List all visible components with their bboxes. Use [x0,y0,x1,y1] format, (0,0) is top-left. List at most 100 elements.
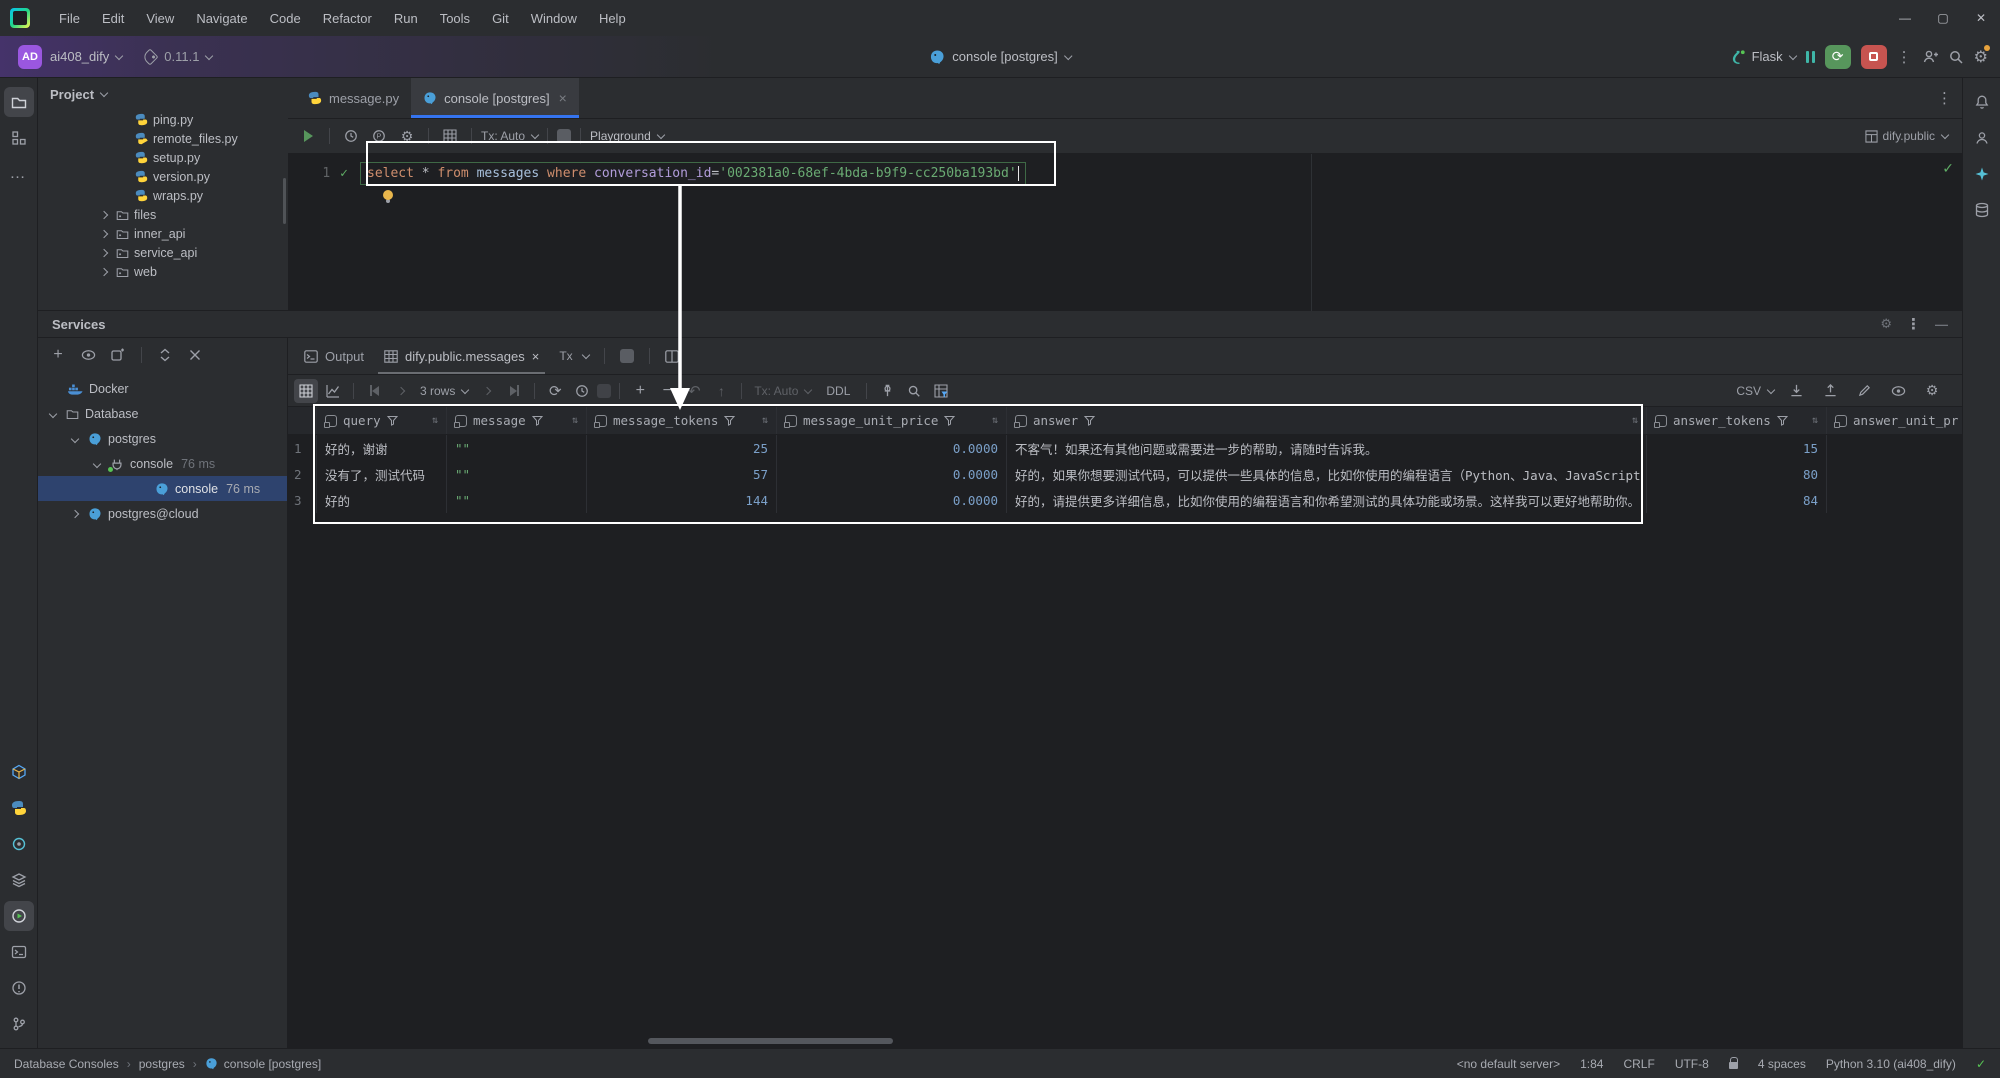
cell-message-tokens[interactable]: 57 [587,461,777,487]
file-remote-files[interactable]: remote_files.py [38,129,288,148]
lock-icon[interactable] [1728,1057,1739,1069]
menu-navigate[interactable]: Navigate [185,5,258,31]
history-clock-icon[interactable] [339,124,363,148]
view-eye-icon[interactable] [1886,379,1910,403]
column-header-message-unit-price[interactable]: message_unit_price ⇅ [777,407,1007,434]
cell-query[interactable]: 没有了，测试代码 [317,461,447,487]
import-upload-icon[interactable] [1818,379,1842,403]
profiler-pause-icon[interactable] [1805,50,1815,63]
auto-refresh-clock-icon[interactable] [570,379,594,403]
menu-run[interactable]: Run [383,5,429,31]
menu-file[interactable]: File [48,5,91,31]
tab-output[interactable]: Output [294,338,374,374]
layers-stack-icon[interactable] [4,865,34,895]
cell-message[interactable]: "" [447,487,587,513]
service-postgres-cloud[interactable]: postgres@cloud [38,501,287,526]
indent-widget[interactable]: 4 spaces [1758,1057,1806,1071]
tab-message-py[interactable]: message.py [296,78,411,118]
find-in-grid-icon[interactable] [902,379,926,403]
folder-inner-api[interactable]: inner_api [38,224,288,243]
terminal-tool-icon[interactable] [4,937,34,967]
inspection-ok-icon[interactable]: ✓ [1942,160,1954,177]
project-tool-icon[interactable] [3,87,34,117]
add-service-icon[interactable]: + [46,343,70,367]
table-grid-icon[interactable] [438,124,462,148]
tab-options-kebab-icon[interactable]: ⋮ [1937,89,1952,107]
tab-console-postgres[interactable]: console [postgres] × [411,78,579,118]
encoding-widget[interactable]: UTF-8 [1675,1057,1709,1071]
cell-message[interactable]: "" [447,461,587,487]
delete-row-icon[interactable]: − [655,379,679,403]
intention-bulb-icon[interactable] [383,190,393,200]
tab-result-grid[interactable]: dify.public.messages × [374,338,549,374]
grid-settings-gear-icon[interactable]: ⚙ [1920,379,1944,403]
interpreter-widget[interactable]: Python 3.10 (ai408_dify) [1826,1057,1956,1071]
export-format-selector[interactable]: CSV [1736,384,1776,398]
corner-cell[interactable] [288,407,317,434]
settings-gear-icon[interactable]: ⚙ [1974,44,1990,67]
caret-position-widget[interactable]: 1:84 [1580,1057,1603,1071]
expand-all-icon[interactable] [153,343,177,367]
stop-button[interactable] [1860,44,1887,69]
notifications-bell-icon[interactable] [1967,87,1997,117]
playground-selector[interactable]: Playground [590,129,665,143]
python-console-icon[interactable] [4,793,34,823]
database-tool-icon[interactable] [1967,195,1997,225]
explain-plan-icon[interactable]: P [367,124,391,148]
column-header-message[interactable]: message ⇅ [447,407,587,434]
next-page-icon[interactable] [475,379,499,403]
service-console-result[interactable]: console 76 ms [38,476,287,501]
menu-view[interactable]: View [135,5,185,31]
column-header-answer-tokens[interactable]: answer_tokens ⇅ [1647,407,1827,434]
run-config-selector[interactable]: Flask [1732,49,1797,64]
breadcrumb-database-consoles[interactable]: Database Consoles [14,1057,119,1071]
column-header-answer-unit-price[interactable]: answer_unit_pr [1827,407,1962,434]
folder-files[interactable]: files [38,205,288,224]
cell-message-unit-price[interactable]: 0.0000 [777,461,1007,487]
problems-tool-icon[interactable] [4,973,34,1003]
swatch-square-icon[interactable] [610,338,644,374]
sql-statement[interactable]: select * from messages where conversatio… [360,161,1027,185]
window-minimize-button[interactable]: — [1886,0,1924,36]
cell-message[interactable]: "" [447,435,587,461]
cell-answer-tokens[interactable]: 15 [1647,435,1827,461]
grid-row-1[interactable]: 1 好的，谢谢 "" 25 0.0000 不客气！如果还有其他问题或需要进一步的… [288,435,1962,461]
vcs-branch-widget[interactable]: 0.11.1 [128,42,218,72]
more-tool-windows-icon[interactable]: … [4,159,34,189]
hide-tool-window-icon[interactable]: — [1935,317,1948,332]
chart-view-icon[interactable] [321,379,345,403]
window-maximize-button[interactable]: ▢ [1924,0,1962,36]
cell-answer-unit-price[interactable] [1827,461,1962,487]
split-layout-icon[interactable] [655,338,689,374]
service-postgres[interactable]: postgres [38,426,287,451]
filter-funnel-icon[interactable] [724,415,736,426]
editor-content[interactable]: 1 ✓ select * from messages where convers… [288,154,1962,311]
cell-query[interactable]: 好的 [317,487,447,513]
connection-ok-icon[interactable]: ✓ [1976,1057,1986,1071]
column-header-answer[interactable]: answer ⇅ [1007,407,1647,434]
result-tx-selector[interactable]: Tx: Auto [750,384,815,398]
search-icon[interactable] [1948,49,1964,65]
execute-button[interactable] [296,124,320,148]
sort-icon[interactable]: ⇅ [572,415,578,426]
grid-row-2[interactable]: 2 没有了，测试代码 "" 57 0.0000 好的，如果你想要测试代码，可以提… [288,461,1962,487]
filter-funnel-icon[interactable] [1776,415,1788,426]
cell-message-unit-price[interactable]: 0.0000 [777,487,1007,513]
services-tool-icon[interactable] [3,901,34,931]
filter-funnel-icon[interactable] [386,415,398,426]
ddl-button[interactable]: DDL [818,379,858,403]
line-ending-widget[interactable]: CRLF [1623,1057,1654,1071]
open-in-new-tab-icon[interactable] [106,343,130,367]
user-profile-icon[interactable] [1967,123,1997,153]
row-filter-icon[interactable] [929,379,953,403]
cell-answer[interactable]: 好的，如果你想要测试代码，可以提供一些具体的信息，比如你使用的编程语言（Pyth… [1007,461,1647,487]
refresh-icon[interactable]: ⟳ [543,379,567,403]
filter-funnel-icon[interactable] [531,415,543,426]
service-console-session[interactable]: console 76 ms [38,451,287,476]
cell-answer-tokens[interactable]: 84 [1647,487,1827,513]
cell-message-tokens[interactable]: 25 [587,435,777,461]
submit-arrow-icon[interactable]: ↑ [709,379,733,403]
menu-help[interactable]: Help [588,5,637,31]
menu-tools[interactable]: Tools [429,5,481,31]
collapse-all-icon[interactable] [183,343,207,367]
